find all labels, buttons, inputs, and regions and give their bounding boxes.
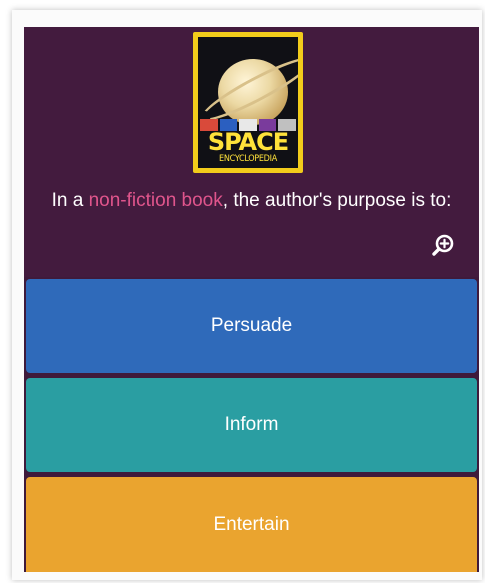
answer-button-persuade[interactable]: Persuade [26, 279, 477, 373]
book-cover-art: SPACE ENCYCLOPEDIA [198, 37, 298, 168]
answer-button-inform[interactable]: Inform [26, 378, 477, 472]
answer-button-entertain[interactable]: Entertain [26, 477, 477, 572]
answer-label: Entertain [213, 513, 290, 535]
question-prefix: In a [51, 190, 89, 211]
book-subtitle: ENCYCLOPEDIA [219, 154, 277, 164]
zoom-in-icon[interactable] [431, 233, 455, 257]
answer-label: Persuade [210, 315, 293, 336]
book-cover-image: SPACE ENCYCLOPEDIA [193, 32, 303, 173]
quiz-card: SPACE ENCYCLOPEDIA In a non-fiction book… [24, 27, 479, 572]
question-text: In a non-fiction book, the author's purp… [44, 187, 459, 214]
answer-label: Inform [224, 414, 279, 435]
question-highlight: non-fiction book [88, 190, 223, 211]
question-suffix: , the author's purpose is to: [222, 190, 452, 211]
book-title: SPACE [207, 128, 289, 156]
question-panel: SPACE ENCYCLOPEDIA In a non-fiction book… [24, 27, 479, 277]
